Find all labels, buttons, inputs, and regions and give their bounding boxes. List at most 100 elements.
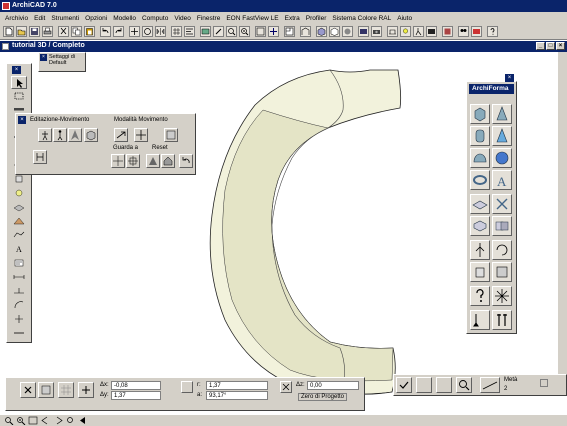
menu-finestre[interactable]: Finestre: [194, 15, 223, 22]
plus-icon[interactable]: [78, 382, 94, 398]
midpoint-snap-icon[interactable]: [480, 377, 500, 393]
menu-extra[interactable]: Extra: [282, 15, 303, 22]
cone-icon[interactable]: [492, 104, 512, 124]
previous-zoom-icon[interactable]: [40, 416, 50, 425]
pan-mode-icon[interactable]: [134, 128, 148, 142]
cylinder-icon[interactable]: [470, 126, 490, 146]
floor-plan-icon[interactable]: [284, 26, 295, 37]
arrow-icon[interactable]: [11, 76, 27, 89]
menu-eon-fastview[interactable]: EON FastView LE: [223, 15, 281, 22]
dz-field[interactable]: 0,00: [307, 381, 359, 390]
z-lock-icon[interactable]: [280, 381, 292, 393]
menu-profiler[interactable]: Profiler: [303, 15, 330, 22]
delete-icon[interactable]: [20, 382, 36, 398]
navigate-icon[interactable]: [68, 128, 82, 142]
cut-icon[interactable]: [58, 26, 69, 37]
help-icon[interactable]: [487, 26, 498, 37]
boolean-icon[interactable]: [492, 216, 512, 236]
snap-node-icon[interactable]: [416, 377, 432, 393]
orbit-box-icon[interactable]: [84, 128, 98, 142]
menu-aiuto[interactable]: Aiuto: [394, 15, 415, 22]
slab-icon[interactable]: [11, 200, 27, 213]
text-icon[interactable]: A: [11, 242, 27, 255]
grid-icon[interactable]: [58, 382, 74, 398]
drag-icon[interactable]: [129, 26, 140, 37]
undo-icon[interactable]: [100, 26, 111, 37]
zoom-out-status-icon[interactable]: [16, 416, 26, 425]
snap-dropdown-arrow[interactable]: [540, 379, 548, 387]
render-icon[interactable]: [358, 26, 369, 37]
layers-icon[interactable]: [200, 26, 211, 37]
paint-icon[interactable]: [470, 310, 490, 330]
check-icon[interactable]: [396, 377, 412, 393]
dx-field[interactable]: -0,08: [111, 381, 161, 390]
archiforma-close-icon[interactable]: ×: [505, 74, 514, 82]
star-icon[interactable]: [492, 286, 512, 306]
elevation-icon[interactable]: [387, 26, 398, 37]
line-icon[interactable]: [11, 326, 27, 339]
radius-icon[interactable]: [181, 381, 193, 393]
reference-dropdown[interactable]: Zero di Progetto: [298, 393, 348, 401]
zoom-in-status-icon[interactable]: [4, 416, 14, 425]
menu-strumenti[interactable]: Strumenti: [48, 15, 82, 22]
fly-mode-icon[interactable]: [114, 128, 128, 142]
section-view-icon[interactable]: [300, 26, 311, 37]
3d-window-icon[interactable]: [316, 26, 327, 37]
pan-icon[interactable]: [268, 26, 279, 37]
cube-icon[interactable]: [470, 104, 490, 124]
grid-snap-icon[interactable]: [171, 26, 182, 37]
label-icon[interactable]: [11, 256, 27, 269]
r-field[interactable]: 1,37: [206, 381, 268, 390]
relative-icon[interactable]: [38, 382, 54, 398]
rotate-icon[interactable]: [142, 26, 153, 37]
redo-icon[interactable]: [113, 26, 124, 37]
home-view-icon[interactable]: [161, 154, 175, 168]
movement-close-icon[interactable]: ×: [18, 116, 26, 124]
magnifier-icon[interactable]: [456, 377, 472, 393]
menu-archivio[interactable]: Archivio: [2, 15, 31, 22]
mesh-icon[interactable]: [11, 228, 27, 241]
menu-modello[interactable]: Modello: [110, 15, 139, 22]
query-icon[interactable]: [470, 286, 490, 306]
object-lib-icon[interactable]: [442, 26, 453, 37]
maximize-button[interactable]: □: [546, 42, 555, 50]
publish-icon[interactable]: [471, 26, 482, 37]
zoom-in-icon[interactable]: [226, 26, 237, 37]
menu-opzioni[interactable]: Opzioni: [82, 15, 110, 22]
rotate-3d-icon[interactable]: [492, 240, 512, 260]
lamp-icon[interactable]: [11, 186, 27, 199]
scale-icon[interactable]: [470, 262, 490, 282]
paste-icon[interactable]: [84, 26, 95, 37]
toolbox-close-icon[interactable]: ×: [12, 66, 21, 74]
radial-dim-icon[interactable]: [11, 298, 27, 311]
photo-render-icon[interactable]: [426, 26, 437, 37]
mirror-icon[interactable]: [155, 26, 166, 37]
marquee-icon[interactable]: [11, 89, 27, 102]
close-window-button[interactable]: ×: [556, 42, 565, 50]
dy-field[interactable]: 1,37: [111, 391, 161, 400]
vertical-scrollbar[interactable]: [558, 52, 567, 374]
extrude-icon[interactable]: [470, 216, 490, 236]
torus-icon[interactable]: [470, 170, 490, 190]
copy-icon[interactable]: [71, 26, 82, 37]
plane-icon[interactable]: [470, 194, 490, 214]
hidden-line-icon[interactable]: [329, 26, 340, 37]
a-field[interactable]: 93,17°: [206, 391, 268, 400]
hotspot-icon[interactable]: [11, 312, 27, 325]
teamwork-icon[interactable]: [458, 26, 469, 37]
pen-set-icon[interactable]: [213, 26, 224, 37]
pyramid-icon[interactable]: [492, 126, 512, 146]
save-icon[interactable]: [29, 26, 40, 37]
align-icon[interactable]: [184, 26, 195, 37]
settings-close-icon[interactable]: ×: [40, 54, 47, 61]
print-icon[interactable]: [42, 26, 53, 37]
text-3d-icon[interactable]: A: [492, 170, 512, 190]
twist-icon[interactable]: [492, 194, 512, 214]
fit-window-icon[interactable]: [255, 26, 266, 37]
look-up-icon[interactable]: [111, 154, 125, 168]
menu-computo[interactable]: Computo: [139, 15, 171, 22]
menu-edit[interactable]: Edit: [31, 15, 48, 22]
open-folder-icon[interactable]: [16, 26, 27, 37]
light-icon[interactable]: [400, 26, 411, 37]
look-down-icon[interactable]: [126, 154, 140, 168]
